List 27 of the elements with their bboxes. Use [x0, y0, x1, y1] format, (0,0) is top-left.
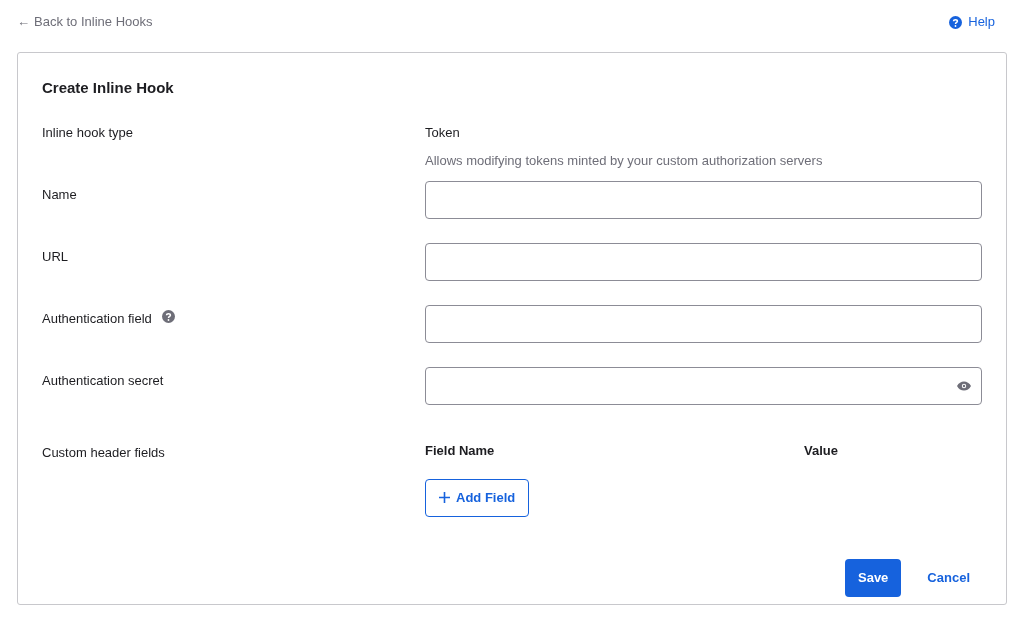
help-link-label: Help	[968, 13, 995, 32]
password-input-field[interactable]	[425, 367, 982, 405]
hook-type-description: Allows modifying tokens minted by your custom authorization servers	[425, 151, 824, 170]
add-field-button[interactable]: Add Field	[425, 478, 530, 517]
plus-icon	[439, 492, 450, 503]
field-label: Authentication secret	[42, 372, 164, 390]
help-icon	[949, 15, 963, 29]
column-header: Value	[804, 442, 838, 460]
hook-type-value: Token	[425, 124, 461, 142]
field-label: Authentication field	[42, 310, 152, 328]
help-link[interactable]: Help	[949, 12, 995, 32]
column-header: Field Name	[425, 442, 496, 460]
field-label: URL	[42, 248, 68, 266]
field-label: Name	[42, 186, 77, 204]
field-label: Custom header fields	[42, 444, 165, 462]
back-arrow-icon: ←	[17, 12, 30, 32]
text-input-field[interactable]	[425, 181, 982, 219]
show-password-icon[interactable]	[957, 381, 971, 391]
cancel-button[interactable]: Cancel	[927, 559, 970, 597]
back-link-label: Back to Inline Hooks	[34, 13, 153, 32]
form-title: Create Inline Hook	[42, 78, 175, 97]
text-input-field[interactable]	[425, 305, 982, 343]
text-input-field[interactable]	[425, 243, 982, 281]
field-label: Inline hook type	[42, 124, 134, 142]
back-link[interactable]: ← Back to Inline Hooks	[17, 12, 153, 32]
save-button[interactable]: Save	[845, 559, 902, 597]
help-icon[interactable]	[161, 310, 175, 323]
